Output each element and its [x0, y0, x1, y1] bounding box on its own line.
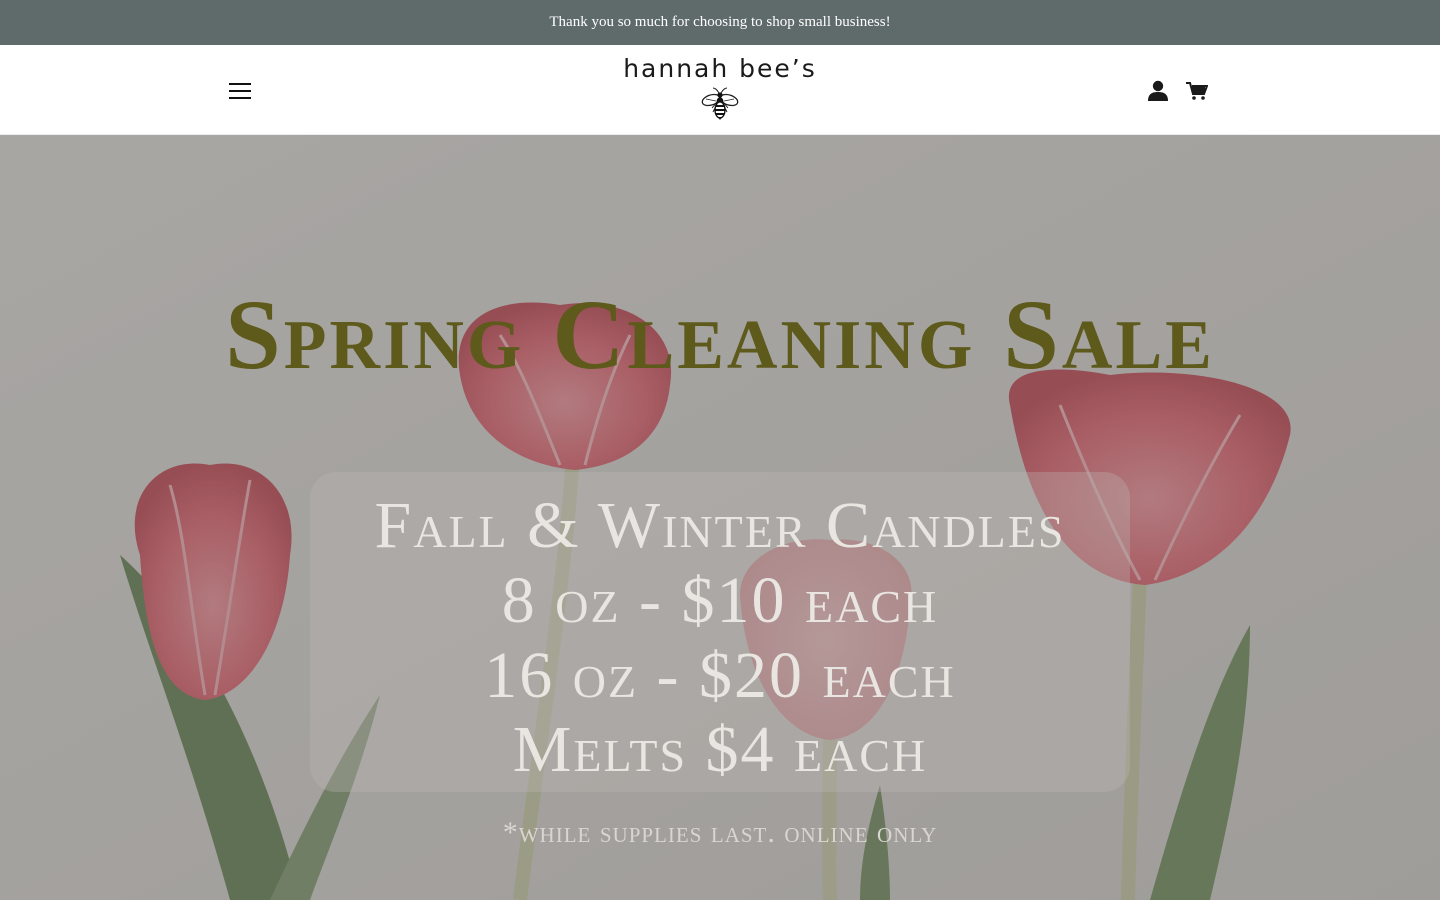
bee-icon: [701, 87, 739, 120]
sale-line-melts: Melts $4 each: [512, 713, 928, 786]
account-login-link[interactable]: [1144, 77, 1172, 105]
announcement-text: Thank you so much for choosing to shop s…: [549, 14, 891, 30]
cart-link[interactable]: [1183, 77, 1211, 105]
sale-line-candles: Fall & Winter Candles: [374, 489, 1066, 562]
logo-text: hannah bee’s: [623, 54, 817, 83]
hero-title: Spring Cleaning Sale: [225, 279, 1215, 390]
site-logo[interactable]: hannah bee’s: [600, 53, 840, 129]
sale-line-8oz: 8 oz - $10 each: [501, 564, 939, 637]
hamburger-icon: [229, 83, 251, 99]
hero-slideshow[interactable]: Spring Cleaning Sale Fall & Winter Candl…: [0, 135, 1440, 900]
sale-disclaimer: *while supplies last. online only: [502, 816, 938, 849]
cart-icon: [1186, 82, 1208, 100]
announcement-bar: Thank you so much for choosing to shop s…: [0, 0, 1440, 45]
site-header: hannah bee’s: [0, 45, 1440, 135]
user-icon: [1148, 80, 1168, 101]
sale-line-16oz: 16 oz - $20 each: [484, 639, 956, 712]
site-navigation-button[interactable]: [222, 73, 258, 109]
